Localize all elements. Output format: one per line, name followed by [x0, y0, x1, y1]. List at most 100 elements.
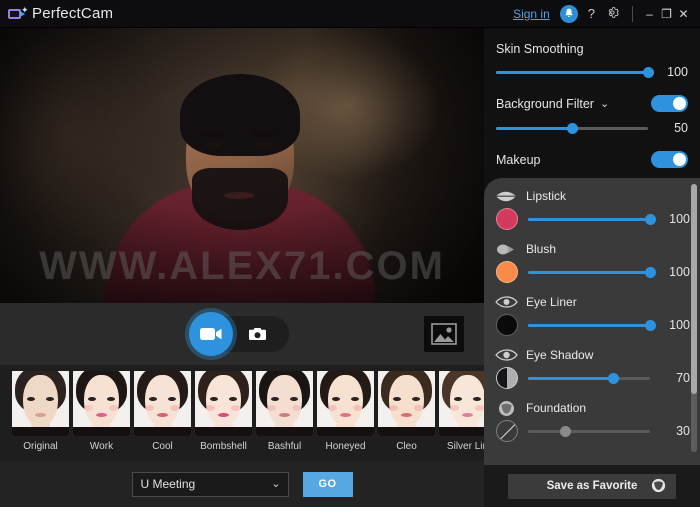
eye-liner-value: 100	[669, 318, 690, 332]
blush-label: Blush	[526, 242, 557, 256]
capture-mode-toggle[interactable]	[189, 312, 289, 356]
makeup-item-eye-liner: Eye Liner 100	[494, 294, 690, 336]
lipstick-value: 100	[669, 212, 690, 226]
photo-camera-icon[interactable]	[246, 324, 268, 344]
preset-item[interactable]: Cool	[134, 371, 191, 452]
preset-item[interactable]: Bombshell	[195, 371, 252, 452]
preset-label: Original	[23, 441, 58, 452]
eye-shadow-value: 70	[676, 371, 690, 385]
chevron-down-icon[interactable]: ⌄	[600, 97, 609, 110]
app-title: PerfectCam	[32, 5, 114, 22]
gear-icon[interactable]	[606, 6, 619, 21]
foundation-icon	[494, 400, 518, 416]
background-filter-label: Background Filter	[496, 96, 594, 111]
blush-slider[interactable]	[528, 266, 656, 278]
blush-row: 100	[494, 261, 690, 283]
preset-thumbnail	[256, 371, 313, 436]
help-icon[interactable]: ?	[588, 7, 595, 20]
scrollbar-thumb[interactable]	[691, 184, 697, 394]
preset-thumbnail	[378, 371, 435, 436]
eye-liner-slider[interactable]	[528, 319, 656, 331]
lipstick-swatch[interactable]	[496, 208, 518, 230]
preset-thumbnail	[73, 371, 130, 436]
preset-thumbnail	[12, 371, 69, 436]
lipstick-header: Lipstick	[494, 188, 690, 204]
lipstick-slider[interactable]	[528, 213, 656, 225]
video-preview[interactable]: WWW.ALEX71.COM	[0, 28, 484, 303]
video-vignette	[0, 28, 484, 303]
preset-item[interactable]: Silver Lin	[439, 371, 484, 452]
eye-shadow-label: Eye Shadow	[526, 348, 594, 362]
meeting-app-value: U Meeting	[140, 477, 196, 491]
foundation-label: Foundation	[526, 401, 587, 415]
eye-liner-swatch[interactable]	[496, 314, 518, 336]
meeting-app-select[interactable]: U Meeting ⌄	[131, 471, 289, 497]
background-filter-slider-row: 50	[496, 121, 688, 135]
preset-label: Cool	[152, 441, 173, 452]
makeup-toggle[interactable]	[651, 151, 688, 168]
preset-label: Honeyed	[325, 441, 366, 452]
background-filter-toggle[interactable]	[651, 95, 688, 112]
preset-label: Cleo	[396, 441, 417, 452]
minimize-button[interactable]: –	[641, 8, 658, 20]
perfectcam-logo-icon: ✦	[8, 5, 29, 22]
foundation-value: 30	[676, 424, 690, 438]
save-as-favorite-label: Save as Favorite	[546, 480, 638, 492]
eye-shadow-icon	[494, 347, 518, 363]
foundation-swatch[interactable]	[496, 420, 518, 442]
makeup-item-eye-shadow: Eye Shadow 70	[494, 347, 690, 389]
sign-in-link[interactable]: Sign in	[513, 7, 550, 21]
makeup-group: Makeup	[496, 151, 688, 168]
skin-smoothing-group: Skin Smoothing 100	[496, 42, 688, 79]
preset-strip[interactable]: Original Work Cool Bombshell Bashful Hon…	[0, 365, 484, 461]
skin-smoothing-slider-row: 100	[496, 65, 688, 79]
preset-label: Bashful	[267, 441, 302, 452]
lips-icon	[494, 188, 518, 204]
panel-top-section: Skin Smoothing 100 Background Filter ⌄ 5…	[484, 28, 700, 168]
makeup-header: Makeup	[496, 151, 688, 168]
gallery-image-icon[interactable]	[424, 316, 464, 352]
preset-label: Silver Lin	[446, 441, 484, 452]
skin-smoothing-label: Skin Smoothing	[496, 42, 584, 56]
favorite-bar: Save as Favorite	[484, 465, 700, 507]
app-body: WWW.ALEX71.COM Original Work Cool Bombsh…	[0, 28, 700, 507]
toggle-knob	[673, 97, 686, 110]
blush-swatch[interactable]	[496, 261, 518, 283]
background-filter-group: Background Filter ⌄ 50	[496, 95, 688, 135]
preset-item[interactable]: Honeyed	[317, 371, 374, 452]
notification-bell-icon[interactable]	[559, 4, 578, 23]
makeup-panel-scrollbar[interactable]	[691, 184, 697, 452]
face-icon	[651, 478, 666, 496]
left-column: WWW.ALEX71.COM Original Work Cool Bombsh…	[0, 28, 484, 507]
makeup-item-blush: Blush 100	[494, 241, 690, 283]
close-button[interactable]: ✕	[675, 8, 692, 20]
preset-thumbnail	[134, 371, 191, 436]
foundation-slider[interactable]	[528, 425, 650, 437]
preset-item[interactable]: Cleo	[378, 371, 435, 452]
skin-smoothing-slider[interactable]	[496, 66, 654, 78]
lipstick-label: Lipstick	[526, 189, 567, 203]
save-as-favorite-button[interactable]: Save as Favorite	[508, 473, 676, 499]
preset-item[interactable]: Bashful	[256, 371, 313, 452]
preset-item[interactable]: Work	[73, 371, 130, 452]
settings-panel: Skin Smoothing 100 Background Filter ⌄ 5…	[484, 28, 700, 507]
blush-icon	[494, 241, 518, 257]
lipstick-row: 100	[494, 208, 690, 230]
video-camera-icon[interactable]	[189, 312, 233, 356]
eye-liner-header: Eye Liner	[494, 294, 690, 310]
preset-thumbnail	[439, 371, 484, 436]
title-bar: ✦ PerfectCam Sign in ? – ❐ ✕	[0, 0, 700, 28]
eye-shadow-slider[interactable]	[528, 372, 650, 384]
go-button[interactable]: GO	[302, 471, 353, 497]
capture-bar	[0, 303, 484, 365]
preset-item[interactable]: Original	[12, 371, 69, 452]
maximize-button[interactable]: ❐	[658, 8, 675, 20]
preset-label: Bombshell	[200, 441, 247, 452]
background-filter-slider[interactable]	[496, 122, 648, 134]
background-filter-label-wrap[interactable]: Background Filter ⌄	[496, 97, 609, 111]
makeup-items-panel: Lipstick 100 Blush 100 Eye Liner 100 Eye…	[484, 178, 700, 465]
eye-shadow-swatch[interactable]	[496, 367, 518, 389]
eye-shadow-header: Eye Shadow	[494, 347, 690, 363]
eye-liner-icon	[494, 294, 518, 310]
makeup-label: Makeup	[496, 152, 541, 167]
